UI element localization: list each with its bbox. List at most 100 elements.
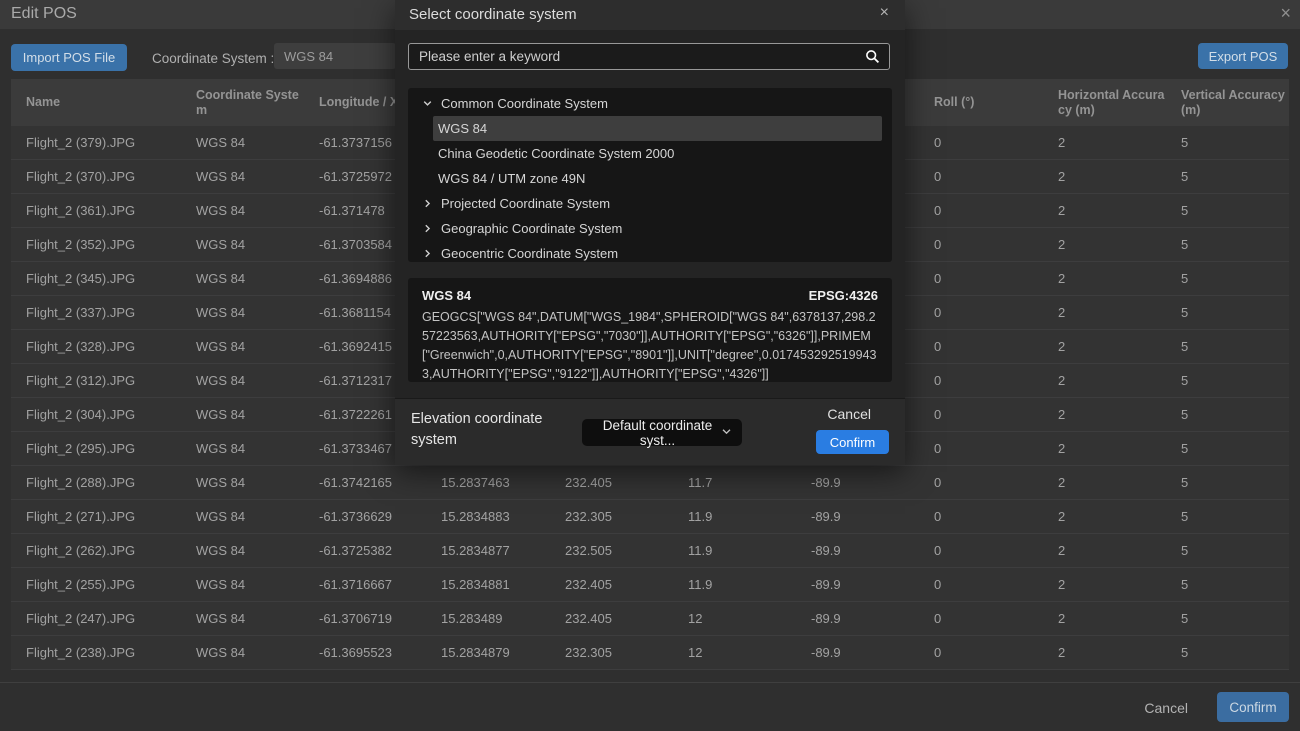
elevation-system-dropdown[interactable]: Default coordinate syst... bbox=[582, 419, 742, 446]
tree-item-wgs-84-utm-zone-49n[interactable]: WGS 84 / UTM zone 49N bbox=[433, 166, 882, 191]
chevron-right-icon bbox=[422, 198, 433, 209]
table-cell: 5 bbox=[1181, 237, 1289, 252]
table-cell: 2 bbox=[1058, 305, 1181, 320]
table-row[interactable]: Flight_2 (247).JPGWGS 84-61.370671915.28… bbox=[11, 602, 1289, 636]
table-cell: 0 bbox=[934, 305, 1058, 320]
table-cell: WGS 84 bbox=[196, 611, 319, 626]
column-header: Horizontal Accuracy (m) bbox=[1058, 88, 1181, 118]
search-input[interactable] bbox=[409, 44, 869, 69]
table-cell: 5 bbox=[1181, 611, 1289, 626]
table-cell: 15.2834877 bbox=[441, 543, 565, 558]
table-cell: Flight_2 (328).JPG bbox=[26, 339, 196, 354]
table-cell: 0 bbox=[934, 271, 1058, 286]
chevron-right-icon bbox=[422, 248, 433, 259]
edit-pos-confirm-button[interactable]: Confirm bbox=[1217, 692, 1289, 722]
table-cell: 15.2834879 bbox=[441, 645, 565, 660]
modal-confirm-button[interactable]: Confirm bbox=[816, 430, 889, 454]
table-cell: 5 bbox=[1181, 509, 1289, 524]
table-cell: -61.3716667 bbox=[319, 577, 441, 592]
tree-group-projected-coordinate-system[interactable]: Projected Coordinate System bbox=[408, 191, 892, 216]
selected-system-name: WGS 84 bbox=[422, 288, 471, 303]
table-cell: 2 bbox=[1058, 475, 1181, 490]
tree-item-wgs-84[interactable]: WGS 84 bbox=[433, 116, 882, 141]
table-row[interactable]: Flight_2 (238).JPGWGS 84-61.369552315.28… bbox=[11, 636, 1289, 670]
modal-cancel-button[interactable]: Cancel bbox=[821, 405, 877, 423]
table-row[interactable]: Flight_2 (255).JPGWGS 84-61.371666715.28… bbox=[11, 568, 1289, 602]
wkt-definition-text: GEOGCS["WGS 84",DATUM["WGS_1984",SPHEROI… bbox=[422, 308, 878, 384]
table-cell: 5 bbox=[1181, 339, 1289, 354]
export-pos-button[interactable]: Export POS bbox=[1198, 43, 1288, 69]
table-cell: 15.2834883 bbox=[441, 509, 565, 524]
tree-group-geographic-coordinate-system[interactable]: Geographic Coordinate System bbox=[408, 216, 892, 241]
modal-close-button[interactable]: × bbox=[880, 5, 889, 21]
tree-group-geocentric-coordinate-system[interactable]: Geocentric Coordinate System bbox=[408, 241, 892, 266]
table-cell: -89.9 bbox=[811, 611, 934, 626]
table-cell: WGS 84 bbox=[196, 441, 319, 456]
tree-item-label: China Geodetic Coordinate System 2000 bbox=[438, 146, 674, 161]
tree-item-china-geodetic-coordinate-system-2000[interactable]: China Geodetic Coordinate System 2000 bbox=[433, 141, 882, 166]
search-icon[interactable] bbox=[865, 49, 880, 69]
table-cell: 5 bbox=[1181, 475, 1289, 490]
table-cell: 0 bbox=[934, 611, 1058, 626]
table-cell: 12 bbox=[688, 611, 811, 626]
table-cell: 11.7 bbox=[688, 475, 811, 490]
footer-divider bbox=[0, 682, 1300, 683]
table-cell: WGS 84 bbox=[196, 509, 319, 524]
table-cell: 5 bbox=[1181, 271, 1289, 286]
table-cell: 5 bbox=[1181, 441, 1289, 456]
tree-group-common-coordinate-system[interactable]: Common Coordinate System bbox=[408, 91, 892, 116]
table-cell: 5 bbox=[1181, 645, 1289, 660]
table-cell: WGS 84 bbox=[196, 237, 319, 252]
table-cell: 15.2837463 bbox=[441, 475, 565, 490]
table-cell: 2 bbox=[1058, 577, 1181, 592]
coordinate-system-label: Coordinate System : bbox=[152, 51, 274, 66]
table-row[interactable]: Flight_2 (288).JPGWGS 84-61.374216515.28… bbox=[11, 466, 1289, 500]
edit-pos-close-button[interactable]: × bbox=[1280, 4, 1291, 22]
table-cell: 11.9 bbox=[688, 577, 811, 592]
table-cell: 0 bbox=[934, 577, 1058, 592]
table-cell: 0 bbox=[934, 543, 1058, 558]
epsg-code: EPSG:4326 bbox=[809, 288, 878, 303]
table-row[interactable]: Flight_2 (271).JPGWGS 84-61.373662915.28… bbox=[11, 500, 1289, 534]
table-cell: -61.3706719 bbox=[319, 611, 441, 626]
keyword-search-box bbox=[408, 43, 890, 70]
table-cell: 2 bbox=[1058, 271, 1181, 286]
modal-title-bar: Select coordinate system × bbox=[395, 0, 905, 30]
chevron-down-icon bbox=[422, 98, 433, 109]
table-cell: -61.3736629 bbox=[319, 509, 441, 524]
table-cell: 2 bbox=[1058, 509, 1181, 524]
table-cell: 232.405 bbox=[565, 577, 688, 592]
elevation-coordinate-system-label: Elevation coordinate system bbox=[411, 409, 566, 451]
table-cell: Flight_2 (304).JPG bbox=[26, 407, 196, 422]
table-cell: 2 bbox=[1058, 611, 1181, 626]
coordinate-system-input[interactable] bbox=[274, 43, 396, 69]
chevron-down-icon bbox=[721, 425, 732, 440]
column-header: Coordinate System bbox=[196, 88, 319, 118]
table-cell: Flight_2 (295).JPG bbox=[26, 441, 196, 456]
table-cell: 2 bbox=[1058, 543, 1181, 558]
table-cell: 232.405 bbox=[565, 611, 688, 626]
table-cell: 0 bbox=[934, 441, 1058, 456]
table-cell: WGS 84 bbox=[196, 203, 319, 218]
table-row[interactable]: Flight_2 (262).JPGWGS 84-61.372538215.28… bbox=[11, 534, 1289, 568]
table-cell: WGS 84 bbox=[196, 169, 319, 184]
column-header: Name bbox=[26, 95, 196, 110]
table-cell: 15.283489 bbox=[441, 611, 565, 626]
edit-pos-cancel-button[interactable]: Cancel bbox=[1138, 699, 1194, 717]
table-cell: 11.9 bbox=[688, 509, 811, 524]
tree-group-label: Projected Coordinate System bbox=[441, 196, 610, 211]
table-cell: Flight_2 (370).JPG bbox=[26, 169, 196, 184]
modal-title: Select coordinate system bbox=[409, 6, 577, 23]
table-cell: 232.405 bbox=[565, 475, 688, 490]
coordinate-system-tree: Common Coordinate SystemWGS 84 China Geod… bbox=[408, 88, 892, 262]
table-cell: WGS 84 bbox=[196, 339, 319, 354]
close-icon: × bbox=[880, 4, 889, 21]
table-cell: 5 bbox=[1181, 407, 1289, 422]
table-cell: Flight_2 (352).JPG bbox=[26, 237, 196, 252]
elevation-system-value: Default coordinate syst... bbox=[594, 418, 721, 448]
table-cell: 2 bbox=[1058, 645, 1181, 660]
table-cell: 0 bbox=[934, 169, 1058, 184]
table-cell: 2 bbox=[1058, 169, 1181, 184]
import-pos-file-button[interactable]: Import POS File bbox=[11, 44, 127, 71]
table-cell: Flight_2 (337).JPG bbox=[26, 305, 196, 320]
